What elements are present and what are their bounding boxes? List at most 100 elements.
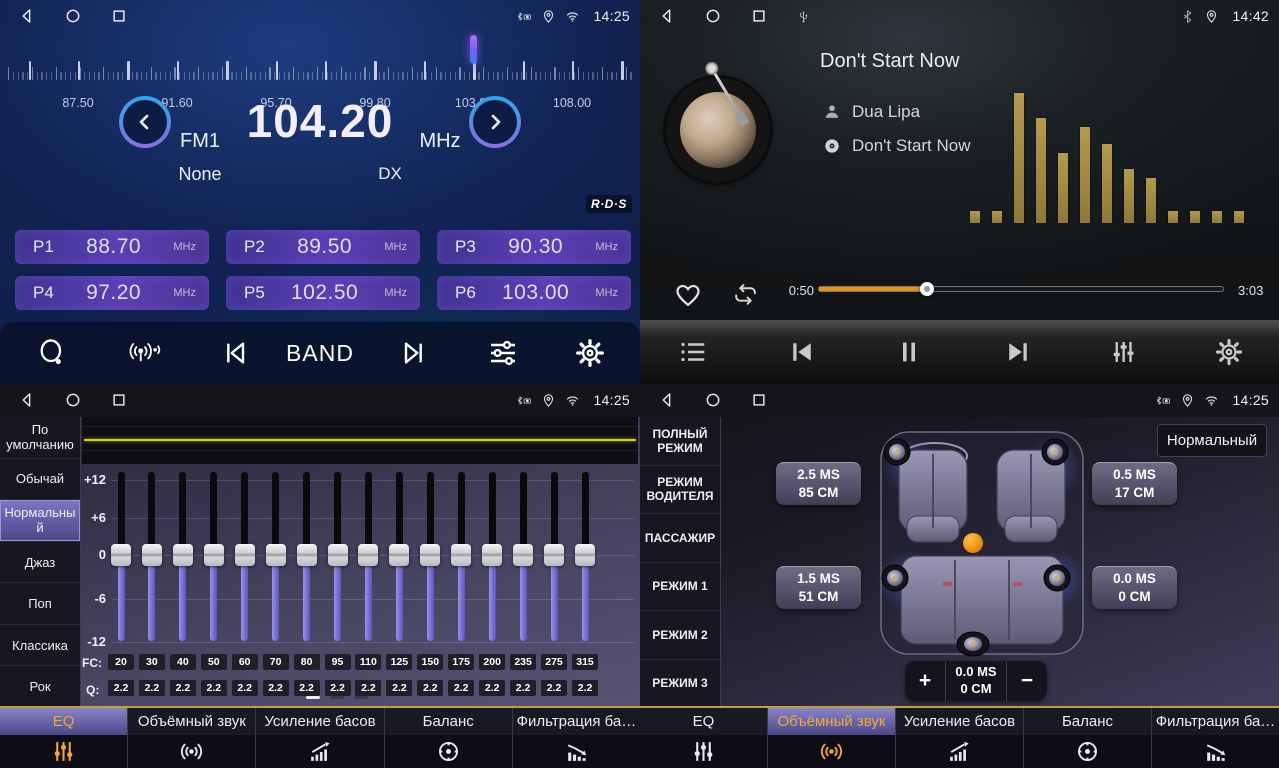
q-value-box[interactable]: 2.2 [201,680,227,696]
next-button[interactable] [1003,320,1033,384]
listening-mode-item-6[interactable]: РЕЖИМ 3 [640,660,720,709]
next-station-button[interactable] [396,322,428,384]
scan-button[interactable] [36,322,68,384]
q-value-box[interactable]: 2.2 [263,680,289,696]
q-value-box[interactable]: 2.2 [170,680,196,696]
settings-button[interactable] [574,322,606,384]
eq-slider-thumb[interactable] [544,544,564,566]
q-value-box[interactable]: 2.2 [325,680,351,696]
recents-icon[interactable] [110,391,128,409]
playlist-button[interactable] [678,320,708,384]
eq-slider-thumb[interactable] [235,544,255,566]
preset-button-p4[interactable]: P497.20MHz [15,276,209,310]
fc-value-box[interactable]: 275 [541,654,567,670]
fc-value-box[interactable]: 40 [170,654,196,670]
favorite-button[interactable] [674,281,702,309]
listening-mode-item-1[interactable]: ПОЛНЫЙ РЕЖИМ [640,417,720,466]
recents-icon[interactable] [110,7,128,25]
front-left-delay-button[interactable]: 2.5 MS 85 CM [776,462,861,505]
seek-down-button[interactable] [119,96,171,148]
tab-eq[interactable]: EQ [640,708,768,768]
audio-settings-button[interactable] [487,322,519,384]
eq-slider-thumb[interactable] [266,544,286,566]
page-indicator[interactable] [354,696,368,699]
back-icon[interactable] [18,391,36,409]
page-indicator[interactable] [330,696,344,699]
eq-slider-thumb[interactable] [142,544,162,566]
tab-bass[interactable]: Усиление басов [896,708,1024,768]
fc-value-box[interactable]: 235 [510,654,536,670]
eq-preset-item-7[interactable]: Рок [0,666,80,708]
preset-button-p1[interactable]: P188.70MHz [15,230,209,264]
tab-bass[interactable]: Усиление басов [256,708,384,768]
eq-mixer-button[interactable] [1108,320,1138,384]
tab-balance[interactable]: Баланс [385,708,513,768]
rear-right-delay-button[interactable]: 0.0 MS 0 CM [1092,566,1177,609]
q-value-box[interactable]: 2.2 [355,680,381,696]
fc-value-box[interactable]: 150 [417,654,443,670]
back-icon[interactable] [658,7,676,25]
preset-button-p3[interactable]: P390.30MHz [437,230,631,264]
listening-mode-item-5[interactable]: РЕЖИМ 2 [640,611,720,660]
q-value-box[interactable]: 2.2 [572,680,598,696]
previous-button[interactable] [787,320,817,384]
q-value-box[interactable]: 2.2 [510,680,536,696]
preset-button-p6[interactable]: P6103.00MHz [437,276,631,310]
rear-left-delay-button[interactable]: 1.5 MS 51 CM [776,566,861,609]
eq-slider-thumb[interactable] [389,544,409,566]
fc-value-box[interactable]: 30 [139,654,165,670]
eq-slider-thumb[interactable] [358,544,378,566]
tab-surround[interactable]: Объёмный звук [768,708,896,768]
pause-button[interactable] [894,320,924,384]
broadcast-button[interactable] [129,322,161,384]
listening-mode-item-4[interactable]: РЕЖИМ 1 [640,563,720,612]
listening-mode-item-3[interactable]: ПАССАЖИР [640,514,720,563]
recents-icon[interactable] [750,7,768,25]
home-icon[interactable] [64,7,82,25]
q-value-box[interactable]: 2.2 [479,680,505,696]
fc-value-box[interactable]: 110 [355,654,381,670]
tab-filter[interactable]: Фильтрация ба… [513,708,640,768]
eq-preset-item-1[interactable]: По умолчанию [0,417,80,459]
band-button[interactable]: BAND [286,322,354,384]
q-value-box[interactable]: 2.2 [294,680,320,696]
eq-preset-item-2[interactable]: Обычай [0,459,80,501]
back-icon[interactable] [658,391,676,409]
fc-value-box[interactable]: 315 [572,654,598,670]
frequency-dial[interactable]: 87.5091.6095.7099.80103.90108.00 [0,32,640,82]
fc-value-box[interactable]: 70 [263,654,289,670]
eq-slider-thumb[interactable] [173,544,193,566]
fc-value-box[interactable]: 50 [201,654,227,670]
seek-bar-thumb[interactable] [920,282,934,296]
tab-surround[interactable]: Объёмный звук [128,708,256,768]
settings-button[interactable] [1214,320,1244,384]
seek-bar[interactable] [819,287,1223,291]
eq-slider-thumb[interactable] [111,544,131,566]
eq-slider-thumb[interactable] [513,544,533,566]
preset-button-p2[interactable]: P289.50MHz [226,230,420,264]
eq-preset-item-6[interactable]: Классика [0,625,80,667]
listening-mode-item-2[interactable]: РЕЖИМ ВОДИТЕЛЯ [640,466,720,515]
eq-slider-thumb[interactable] [204,544,224,566]
repeat-button[interactable] [732,282,759,308]
tab-filter[interactable]: Фильтрация ба… [1152,708,1279,768]
eq-preset-item-5[interactable]: Поп [0,583,80,625]
eq-preset-item-3[interactable]: Нормальный [0,500,80,542]
eq-slider-thumb[interactable] [451,544,471,566]
fc-value-box[interactable]: 200 [479,654,505,670]
front-right-delay-button[interactable]: 0.5 MS 17 CM [1092,462,1177,505]
q-value-box[interactable]: 2.2 [417,680,443,696]
fc-value-box[interactable]: 60 [232,654,258,670]
seek-up-button[interactable] [469,96,521,148]
eq-slider-thumb[interactable] [482,544,502,566]
eq-preset-item-4[interactable]: Джаз [0,542,80,584]
tab-balance[interactable]: Баланс [1024,708,1152,768]
preset-button-p5[interactable]: P5102.50MHz [226,276,420,310]
fc-value-box[interactable]: 80 [294,654,320,670]
eq-slider-thumb[interactable] [328,544,348,566]
eq-slider-thumb[interactable] [575,544,595,566]
home-icon[interactable] [704,7,722,25]
prev-station-button[interactable] [221,322,253,384]
eq-slider-thumb[interactable] [297,544,317,566]
fc-value-box[interactable]: 95 [325,654,351,670]
